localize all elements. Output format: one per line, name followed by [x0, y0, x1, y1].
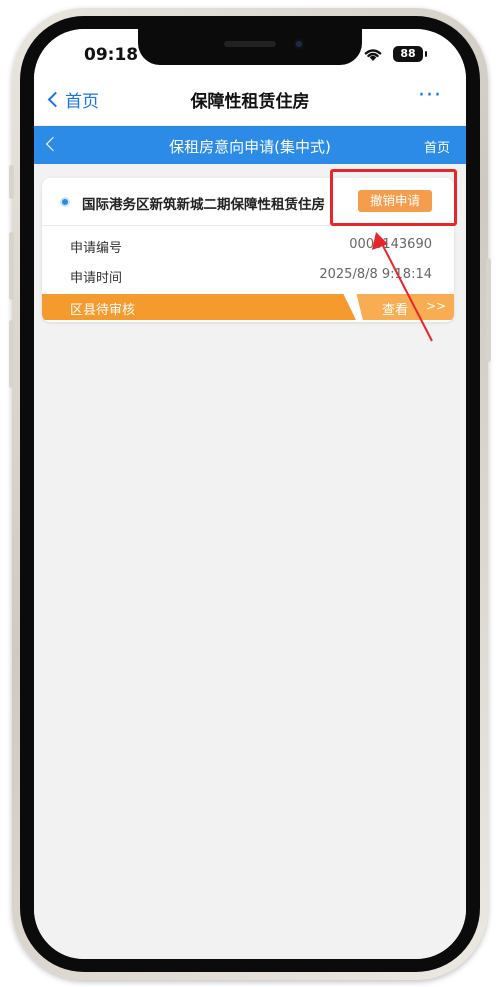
volume-up-button [9, 232, 14, 300]
wifi-icon [364, 49, 382, 61]
nav-title: 保障性租赁住房 [190, 92, 310, 112]
application-number-label: 申请编号 [70, 241, 123, 256]
highlight-annotation-box [330, 169, 457, 226]
status-time: 09:18 [84, 45, 139, 65]
page-title: 保租房意向申请(集中式) [169, 138, 331, 156]
volume-down-button [9, 320, 14, 388]
home-link[interactable]: 首页 [424, 137, 450, 156]
annotation-arrow-icon [372, 232, 433, 342]
speaker-grille [224, 41, 276, 47]
page-header: 保租房意向申请(集中式) 首页 [34, 126, 466, 164]
bullet-dot-icon [60, 197, 70, 207]
notch [138, 29, 362, 65]
power-button [486, 258, 491, 362]
nav-bar: 首页 保障性租赁住房 ··· [34, 73, 466, 125]
status-badge: 区县待审核 [42, 294, 356, 320]
application-time-label: 申请时间 [70, 271, 123, 286]
more-options-button[interactable]: ··· [418, 83, 442, 108]
front-camera [294, 39, 304, 49]
status-text: 区县待审核 [70, 303, 136, 318]
project-title: 国际港务区新筑新城二期保障性租赁住房 [82, 197, 325, 213]
silent-switch [9, 165, 14, 199]
battery-indicator: 88 [393, 46, 427, 62]
